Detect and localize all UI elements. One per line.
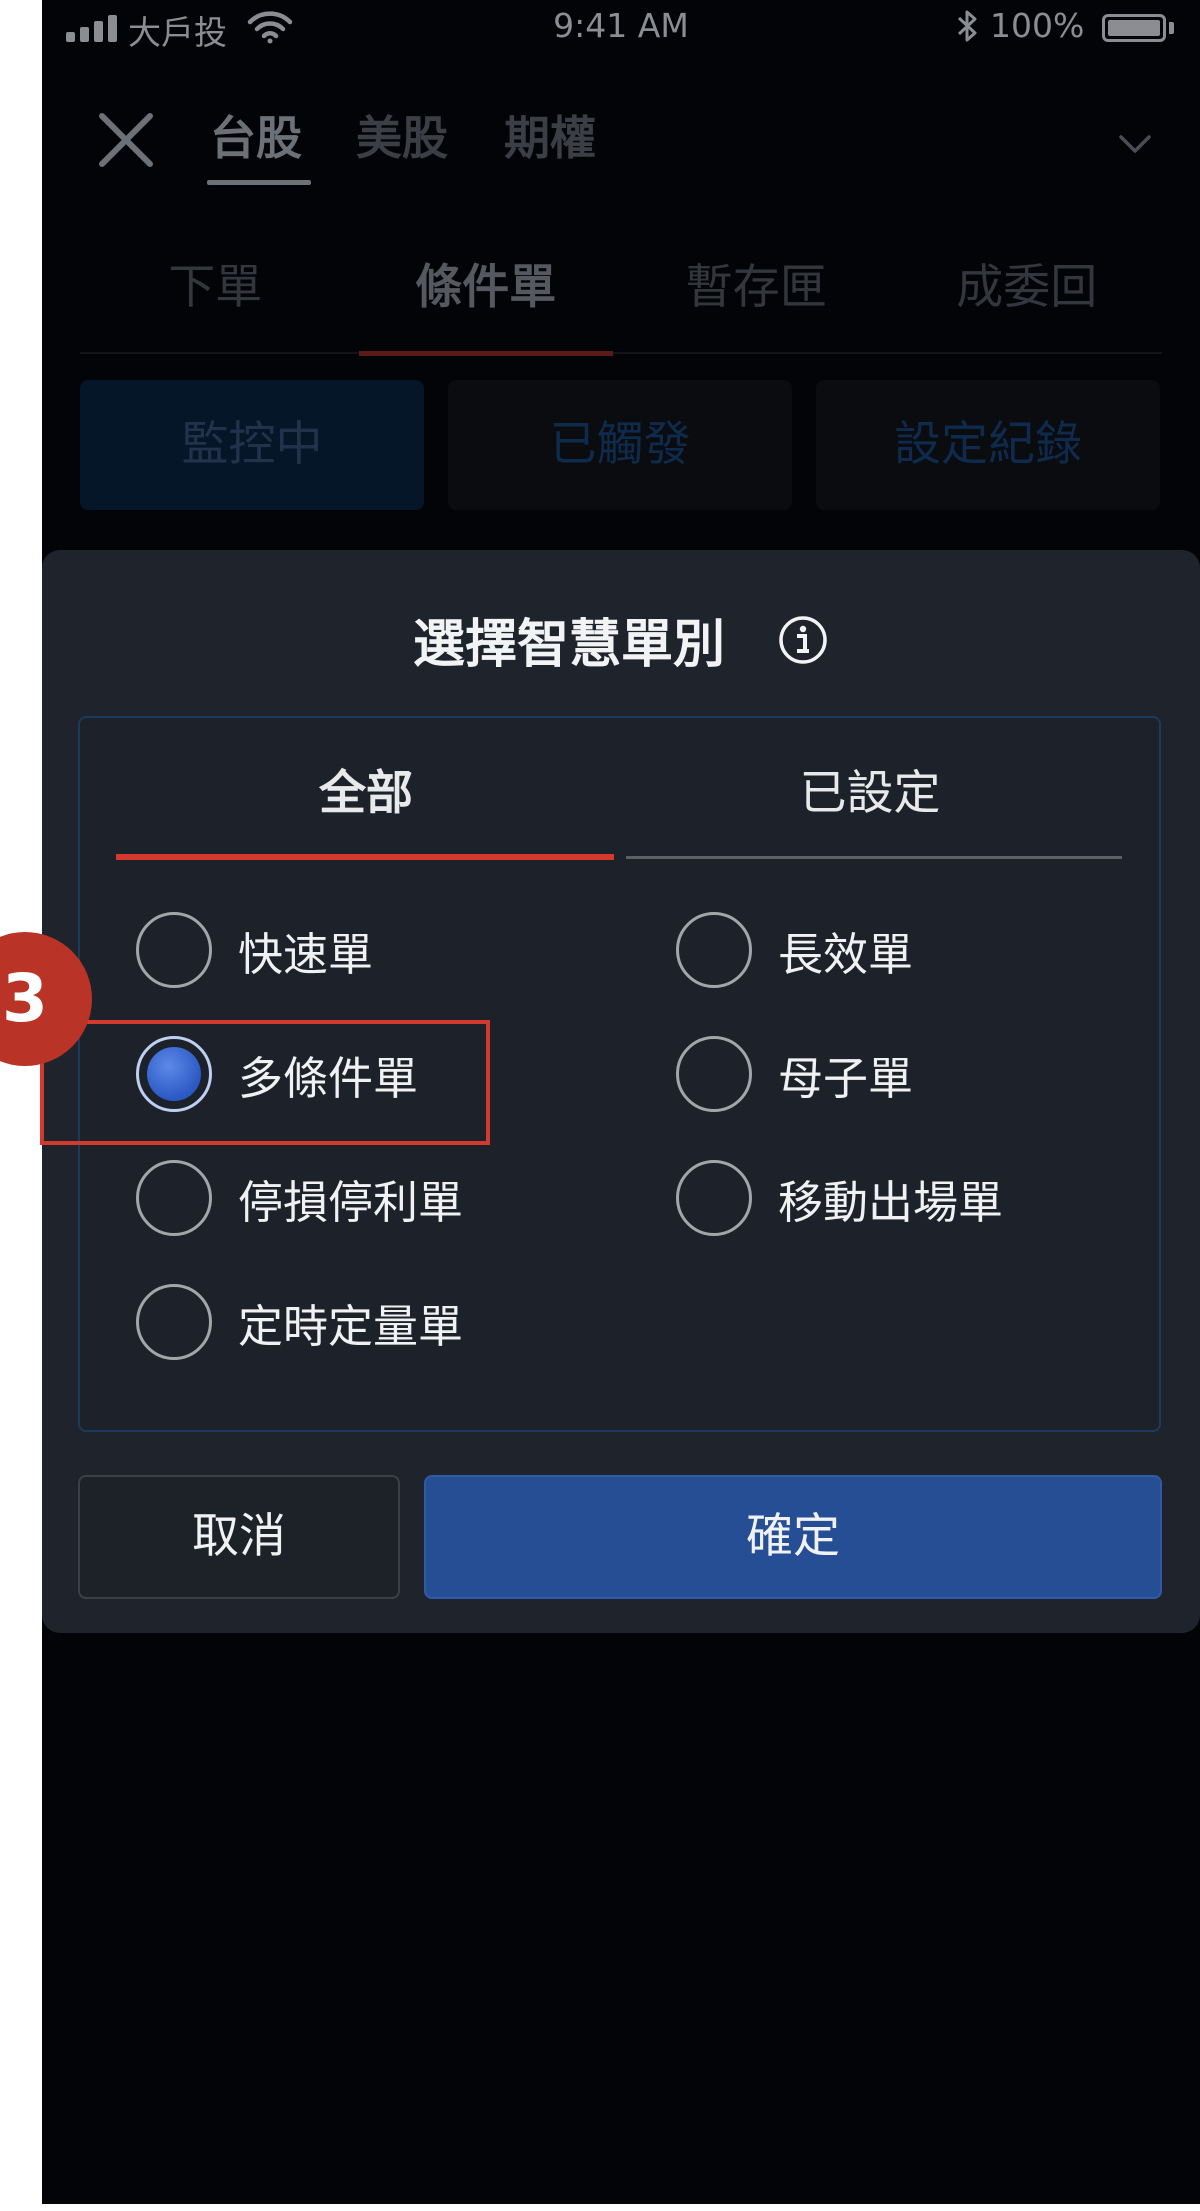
cancel-button[interactable]: 取消 (78, 1475, 400, 1599)
tab-place-order[interactable]: 下單 (80, 248, 351, 352)
subtab-triggered[interactable]: 已觸發 (448, 380, 792, 510)
highlight-box (40, 1020, 490, 1145)
modal-title: 選擇智慧單別 (42, 602, 1200, 677)
battery-percentage: 100% (990, 6, 1085, 45)
bluetooth-icon (957, 10, 977, 42)
option-long-term-order[interactable]: 長效單 (676, 910, 913, 990)
radio-button[interactable] (676, 1036, 752, 1112)
tab-us-stocks[interactable]: 美股 (356, 102, 448, 168)
active-tab-indicator (207, 180, 311, 185)
option-label: 移動出場單 (778, 1175, 1004, 1229)
status-bar: 大戶投 9:41 AM 100% (42, 0, 1200, 60)
info-icon[interactable] (777, 614, 829, 666)
option-stop-loss-take-profit[interactable]: 停損停利單 (136, 1158, 463, 1238)
battery-icon (1102, 14, 1166, 42)
option-quick-order[interactable]: 快速單 (136, 910, 373, 990)
modal-title-text: 選擇智慧單別 (412, 615, 725, 675)
option-timed-quantity-order[interactable]: 定時定量單 (136, 1282, 463, 1362)
active-tab-underline (116, 854, 614, 860)
tab-fills-orders[interactable]: 成委回 (892, 248, 1163, 352)
radio-button[interactable] (136, 1284, 212, 1360)
tab-draft-box[interactable]: 暫存匣 (621, 248, 892, 352)
battery-cap (1169, 22, 1174, 34)
close-icon[interactable] (96, 110, 156, 170)
tab-futures-options[interactable]: 期權 (504, 102, 596, 168)
subtab-monitoring[interactable]: 監控中 (80, 380, 424, 510)
tab-underline (626, 856, 1122, 859)
option-parent-child-order[interactable]: 母子單 (676, 1034, 913, 1114)
radio-button[interactable] (136, 1160, 212, 1236)
option-label: 母子單 (778, 1051, 914, 1105)
option-label: 停損停利單 (238, 1175, 464, 1229)
tab-configured[interactable]: 已設定 (620, 754, 1120, 823)
option-label: 長效單 (778, 927, 914, 981)
tab-tw-stocks[interactable]: 台股 (210, 102, 302, 168)
subtab-setting-records[interactable]: 設定紀錄 (816, 380, 1160, 510)
radio-button[interactable] (136, 912, 212, 988)
tab-all[interactable]: 全部 (116, 754, 616, 823)
radio-button[interactable] (676, 912, 752, 988)
confirm-button[interactable]: 確定 (424, 1475, 1162, 1599)
radio-button[interactable] (676, 1160, 752, 1236)
chevron-down-icon[interactable] (1118, 134, 1152, 154)
option-label: 定時定量單 (238, 1299, 464, 1353)
option-label: 快速單 (238, 927, 374, 981)
tab-conditional-order[interactable]: 條件單 (351, 248, 622, 356)
option-trailing-exit-order[interactable]: 移動出場單 (676, 1158, 1003, 1238)
order-tabs: 下單 條件單 暫存匣 成委回 (80, 248, 1163, 356)
